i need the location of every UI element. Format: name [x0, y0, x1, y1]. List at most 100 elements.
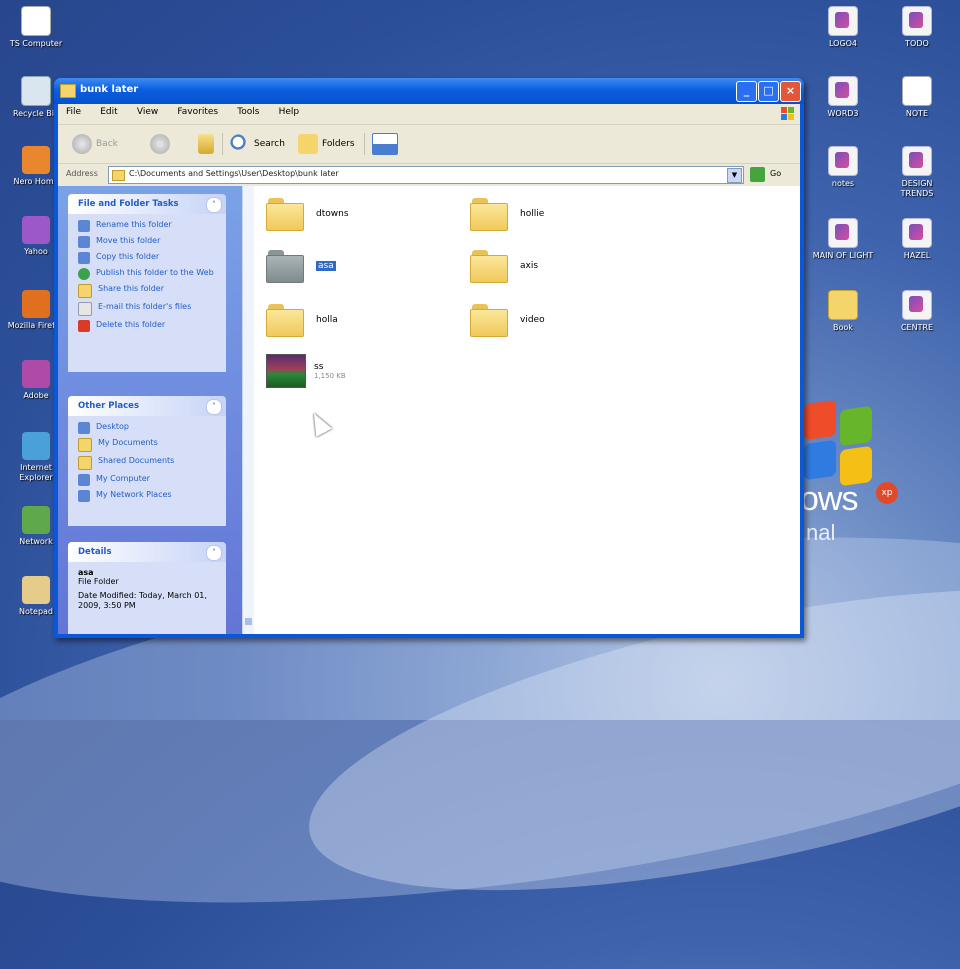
- window-titlebar[interactable]: bunk later _ □ ×: [54, 78, 804, 104]
- search-button[interactable]: Search: [230, 133, 285, 155]
- file-size: 1,150 KB: [314, 372, 346, 380]
- document-icon: [902, 146, 932, 176]
- computer-icon: [78, 474, 90, 486]
- recycle-bin-icon: [21, 76, 51, 106]
- minimize-button[interactable]: _: [736, 81, 757, 102]
- views-button[interactable]: [372, 133, 402, 155]
- desktop-icon-notes[interactable]: notes: [810, 146, 876, 189]
- details-item-name: asa: [78, 568, 94, 577]
- share-icon: [78, 284, 92, 298]
- file-name: ss: [314, 362, 324, 372]
- desktop-icon-note[interactable]: NOTE: [884, 76, 950, 119]
- go-button[interactable]: Go: [770, 169, 781, 178]
- os-logo-badge: xp: [876, 482, 898, 504]
- desktop-icon-design-trends[interactable]: DESIGN TRENDS: [884, 146, 950, 199]
- network-icon: [78, 490, 90, 502]
- move-icon: [78, 236, 90, 248]
- document-icon: [902, 290, 932, 320]
- document-icon: [902, 218, 932, 248]
- desktop-icon-main-of-light[interactable]: MAIN OF LIGHT: [810, 218, 876, 261]
- folder-icon: [470, 250, 508, 283]
- email-icon: [78, 302, 92, 316]
- image-thumbnail: [266, 354, 306, 388]
- go-arrow-icon[interactable]: [750, 167, 765, 182]
- place-shared-documents[interactable]: Shared Documents: [78, 456, 218, 470]
- chevron-up-icon[interactable]: ˄: [206, 197, 222, 213]
- forward-button[interactable]: [150, 133, 174, 155]
- notepad-icon: [22, 576, 50, 604]
- folder-item[interactable]: holla: [266, 304, 338, 337]
- folder-icon: [266, 304, 304, 337]
- menu-file[interactable]: File: [58, 104, 89, 120]
- folder-item[interactable]: axis: [470, 250, 538, 283]
- document-icon: [828, 218, 858, 248]
- task-pane: File and Folder Tasks ˄ Rename this fold…: [58, 186, 242, 634]
- purple-app-icon: [22, 216, 50, 244]
- os-logo-text: ows: [800, 480, 858, 518]
- desktop-icon-word3[interactable]: WORD3: [810, 76, 876, 119]
- menu-help[interactable]: Help: [271, 104, 308, 120]
- address-bar: Address C:\Documents and Settings\User\D…: [58, 164, 800, 187]
- image-file-item[interactable]: ss 1,150 KB: [266, 354, 346, 388]
- firefox-icon: [22, 290, 50, 318]
- globe-icon: [22, 432, 50, 460]
- panel-header[interactable]: Other Places ˄: [68, 396, 226, 416]
- windows-flag-icon: [780, 106, 796, 122]
- panel-title: File and Folder Tasks: [78, 199, 179, 209]
- menu-view[interactable]: View: [129, 104, 166, 120]
- folder-item[interactable]: dtowns: [266, 198, 349, 231]
- desktop-icon-hazel[interactable]: HAZEL: [884, 218, 950, 261]
- place-my-documents[interactable]: My Documents: [78, 438, 218, 452]
- flower-app-icon: [22, 360, 50, 388]
- task-rename-folder[interactable]: Rename this folder: [78, 220, 218, 232]
- panel-header[interactable]: Details ˄: [68, 542, 226, 562]
- desktop-icon-logo4[interactable]: LOGO4: [810, 6, 876, 49]
- maximize-button[interactable]: □: [758, 81, 779, 102]
- folders-icon: [298, 134, 318, 154]
- orange-app-icon: [22, 146, 50, 174]
- chevron-down-icon[interactable]: ▼: [727, 168, 742, 183]
- details-item-type: File Folder: [78, 577, 119, 586]
- desktop-icon-todo[interactable]: TODO: [884, 6, 950, 49]
- panel-header[interactable]: File and Folder Tasks ˄: [68, 194, 226, 214]
- up-folder-button[interactable]: [198, 133, 218, 155]
- publish-icon: [78, 268, 90, 280]
- folder-item[interactable]: hollie: [470, 198, 544, 231]
- details-date-modified: Date Modified: Today, March 01, 2009, 3:…: [78, 591, 207, 610]
- folder-item-selected[interactable]: asa: [266, 250, 336, 283]
- back-button[interactable]: Back: [72, 133, 118, 155]
- menu-tools[interactable]: Tools: [229, 104, 267, 120]
- task-copy-folder[interactable]: Copy this folder: [78, 252, 218, 264]
- folder-icon: [470, 198, 508, 231]
- copy-icon: [78, 252, 90, 264]
- documents-icon: [78, 438, 92, 452]
- explorer-window: bunk later _ □ × File Edit View Favorite…: [54, 78, 804, 638]
- desktop-icon-computer[interactable]: TS Computer: [3, 6, 69, 49]
- details-panel: Details ˄ asa File Folder Date Modified:…: [68, 542, 226, 634]
- folder-item[interactable]: video: [470, 304, 545, 337]
- chevron-up-icon[interactable]: ˄: [206, 545, 222, 561]
- desktop-icon-centre[interactable]: CENTRE: [884, 290, 950, 333]
- folder-icon: [266, 250, 304, 283]
- desktop-icon-book[interactable]: Book: [810, 290, 876, 333]
- panel-title: Other Places: [78, 401, 139, 411]
- place-desktop[interactable]: Desktop: [78, 422, 218, 434]
- toolbar-separator: [222, 133, 223, 155]
- place-my-network[interactable]: My Network Places: [78, 490, 218, 502]
- chevron-up-icon[interactable]: ˄: [206, 399, 222, 415]
- task-email-folder[interactable]: E-mail this folder's files: [78, 302, 218, 316]
- task-move-folder[interactable]: Move this folder: [78, 236, 218, 248]
- menu-edit[interactable]: Edit: [92, 104, 125, 120]
- network-icon: [22, 506, 50, 534]
- delete-icon: [78, 320, 90, 332]
- close-button[interactable]: ×: [780, 81, 801, 102]
- task-publish-folder[interactable]: Publish this folder to the Web: [78, 268, 218, 280]
- place-my-computer[interactable]: My Computer: [78, 474, 218, 486]
- menu-favorites[interactable]: Favorites: [169, 104, 226, 120]
- document-icon: [828, 146, 858, 176]
- task-delete-folder[interactable]: Delete this folder: [78, 320, 218, 332]
- address-input[interactable]: C:\Documents and Settings\User\Desktop\b…: [108, 166, 744, 184]
- folders-button[interactable]: Folders: [298, 133, 355, 155]
- task-share-folder[interactable]: Share this folder: [78, 284, 218, 298]
- other-places-panel: Other Places ˄ Desktop My Documents Shar…: [68, 396, 226, 526]
